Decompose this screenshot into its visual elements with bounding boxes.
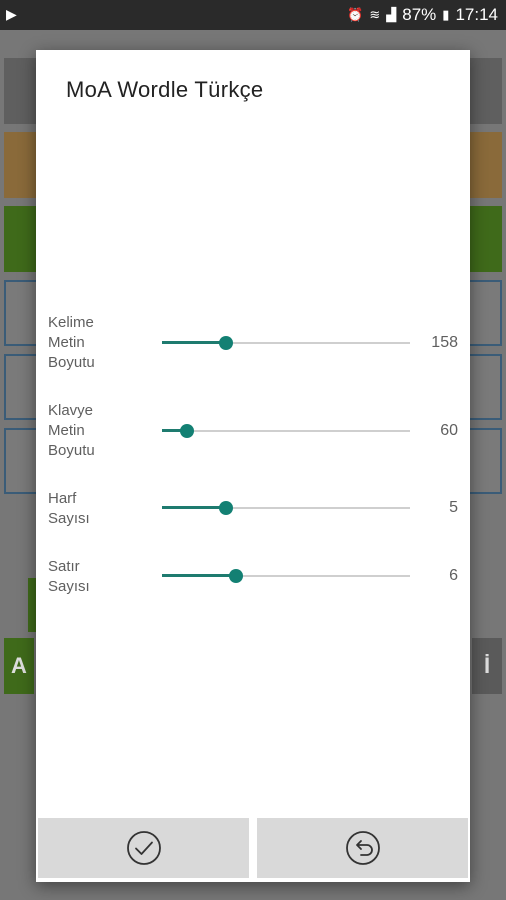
play-store-icon: ▶ (6, 6, 17, 22)
setting-row-count: Satır Sayısı 6 (48, 557, 458, 599)
wifi-icon: ≋ (369, 7, 381, 22)
signal-icon: ▟ (386, 7, 397, 22)
setting-label: Kelime Metin Boyutu (48, 314, 95, 371)
dialog-title: MoA Wordle Türkçe (66, 77, 264, 102)
slider-track (162, 430, 410, 432)
setting-label: Klavye Metin Boyutu (48, 402, 95, 459)
setting-value: 5 (449, 499, 458, 516)
row-count-slider[interactable] (162, 566, 410, 586)
confirm-button[interactable] (38, 818, 249, 878)
status-bar: ▶ ⏰ ≋ ▟ 87% ▮ 17:14 (0, 0, 506, 30)
setting-value: 158 (431, 334, 458, 351)
slider-fill (162, 341, 226, 344)
setting-word-text-size: Kelime Metin Boyutu 158 (48, 313, 458, 375)
setting-letter-count: Harf Sayısı 5 (48, 489, 458, 531)
setting-label: Harf Sayısı (48, 490, 90, 527)
clock: 17:14 (455, 5, 498, 24)
setting-keyboard-text-size: Klavye Metin Boyutu 60 (48, 401, 458, 463)
dialog-button-bar (38, 818, 468, 878)
word-text-size-slider[interactable] (162, 333, 410, 353)
slider-fill (162, 506, 226, 509)
keyboard-key-i: İ (472, 638, 502, 694)
keyboard-key-a: A (4, 638, 34, 694)
battery-percent: 87% (402, 5, 437, 24)
setting-value: 6 (449, 567, 458, 584)
undo-circle-icon (345, 831, 380, 865)
slider-thumb[interactable] (229, 569, 243, 583)
battery-icon: ▮ (442, 7, 450, 22)
alarm-icon: ⏰ (347, 7, 364, 22)
slider-thumb[interactable] (219, 336, 233, 350)
settings-dialog: MoA Wordle Türkçe Kelime Metin Boyutu 15… (36, 50, 470, 882)
checkmark-circle-icon (126, 831, 161, 865)
letter-count-slider[interactable] (162, 498, 410, 518)
slider-thumb[interactable] (180, 424, 194, 438)
back-button[interactable] (257, 818, 468, 878)
slider-thumb[interactable] (219, 501, 233, 515)
setting-value: 60 (440, 422, 458, 439)
status-icons: ⏰ ≋ ▟ 87% ▮ 17:14 (347, 5, 498, 25)
keyboard-text-size-slider[interactable] (162, 421, 410, 441)
slider-fill (162, 574, 236, 577)
setting-label: Satır Sayısı (48, 558, 90, 595)
